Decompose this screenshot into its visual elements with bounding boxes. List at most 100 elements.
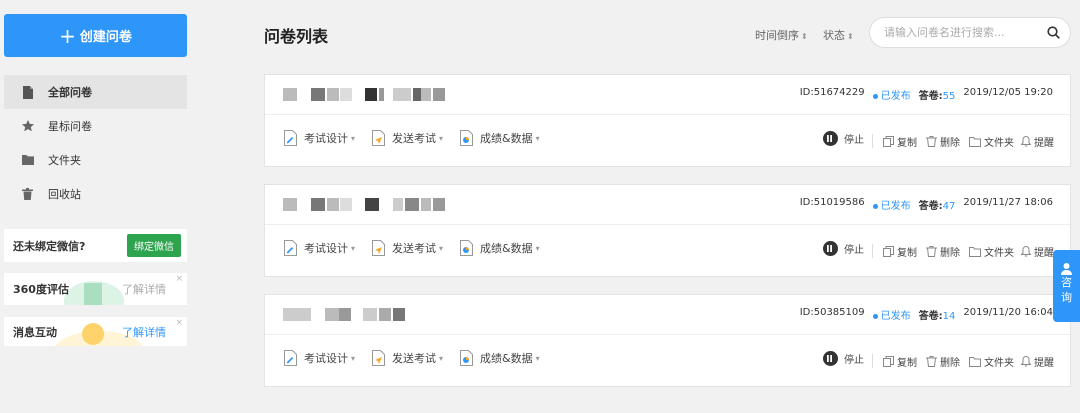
stop-label: 停止 (844, 135, 864, 146)
move-to-folder-button[interactable]: 文件夹 (969, 354, 1014, 369)
folder-icon (969, 246, 981, 257)
survey-card-toolbar: 考试设计 ▾ 发送考试 ▾ 成绩&数据 ▾ 停止 复制 删除 文件夹 提醒 (265, 115, 1070, 167)
move-to-folder-button[interactable]: 文件夹 (969, 244, 1014, 259)
remind-button[interactable]: 提醒 (1021, 134, 1054, 149)
learn-more-link[interactable]: 了解详情 (122, 281, 166, 297)
divider (872, 134, 873, 148)
remind-button[interactable]: 提醒 (1021, 354, 1054, 369)
trash-icon (926, 136, 937, 147)
delete-button[interactable]: 删除 (926, 354, 960, 369)
survey-id: ID:50385109 (799, 307, 865, 318)
redacted-title-block (363, 308, 377, 321)
trash-icon (926, 356, 937, 367)
promo-illustration (82, 323, 104, 345)
sidebar-item-all-surveys[interactable]: 全部问卷 (4, 75, 187, 109)
bind-wechat-button[interactable]: 绑定微信 (127, 234, 181, 257)
remind-button[interactable]: 提醒 (1021, 244, 1054, 259)
sidebar: + 创建问卷 全部问卷 星标问卷 文件夹 回收站 还未绑定微信? 绑定微信 36… (0, 0, 192, 413)
remind-label: 提醒 (1034, 138, 1054, 149)
sort-by-time-button[interactable]: 时间倒序 ⬍ (755, 27, 808, 43)
redacted-title-block (393, 308, 405, 321)
filter-status-button[interactable]: 状态 ⬍ (823, 27, 854, 43)
answer-count-value[interactable]: 47 (943, 201, 956, 212)
survey-card-header: ID:51674229 已发布 答卷:55 2019/12/05 19:20 (265, 75, 1070, 115)
create-survey-label: 创建问卷 (79, 30, 132, 45)
document-icon (22, 86, 34, 99)
status-dot-icon (872, 203, 878, 209)
design-doc-icon (284, 130, 297, 146)
delete-button[interactable]: 删除 (926, 244, 960, 259)
answer-count-value[interactable]: 55 (943, 91, 956, 102)
promo-title: 360度评估 (13, 283, 69, 296)
sidebar-item-starred[interactable]: 星标问卷 (4, 109, 187, 143)
results-data-label: 成绩&数据 (480, 352, 533, 365)
close-icon[interactable]: × (175, 318, 183, 328)
send-exam-menu[interactable]: 发送考试 ▾ (372, 240, 443, 256)
results-data-menu[interactable]: 成绩&数据 ▾ (460, 240, 540, 256)
survey-id: ID:51019586 (799, 197, 865, 208)
create-survey-button[interactable]: + 创建问卷 (4, 14, 187, 57)
status-badge: 已发布 (872, 87, 911, 102)
exam-design-label: 考试设计 (304, 132, 348, 145)
stop-button[interactable]: 停止 (823, 131, 864, 146)
copy-button[interactable]: 复制 (883, 244, 917, 259)
folder-label: 文件夹 (984, 248, 1014, 259)
redacted-title-block (283, 88, 297, 101)
close-icon[interactable]: × (175, 274, 183, 284)
answer-count-label: 答卷: (918, 201, 943, 212)
folder-label: 文件夹 (984, 138, 1014, 149)
pause-icon (823, 131, 838, 146)
exam-design-menu[interactable]: 考试设计 ▾ (284, 130, 355, 146)
move-to-folder-button[interactable]: 文件夹 (969, 134, 1014, 149)
copy-button[interactable]: 复制 (883, 134, 917, 149)
search-box (869, 17, 1071, 48)
promo-360-evaluation[interactable]: 360度评估 了解详情 × (4, 273, 187, 305)
redacted-title-block (311, 88, 325, 101)
copy-label: 复制 (897, 358, 917, 369)
pause-icon (823, 351, 838, 366)
results-data-menu[interactable]: 成绩&数据 ▾ (460, 350, 540, 366)
send-exam-menu[interactable]: 发送考试 ▾ (372, 130, 443, 146)
redacted-title-block (393, 88, 411, 101)
consult-button[interactable]: 咨 询 (1053, 250, 1080, 322)
folder-icon (22, 154, 34, 166)
sidebar-item-label: 星标问卷 (48, 120, 92, 133)
chevron-down-icon: ▾ (535, 243, 540, 253)
consult-label-char: 询 (1061, 291, 1072, 304)
results-doc-icon (460, 130, 473, 146)
bell-icon (1021, 356, 1031, 367)
status-dot-icon (872, 313, 878, 319)
promo-message-interaction[interactable]: 消息互动 了解详情 × (4, 317, 187, 346)
answer-count: 答卷:14 (919, 307, 956, 322)
survey-card: ID:51674229 已发布 答卷:55 2019/12/05 19:20 考… (264, 74, 1071, 167)
sidebar-item-label: 回收站 (48, 188, 81, 201)
stop-button[interactable]: 停止 (823, 351, 864, 366)
learn-more-link[interactable]: 了解详情 (122, 324, 166, 340)
sidebar-item-trash[interactable]: 回收站 (4, 177, 187, 211)
copy-button[interactable]: 复制 (883, 354, 917, 369)
delete-label: 删除 (940, 138, 960, 149)
send-exam-label: 发送考试 (392, 132, 436, 145)
sidebar-item-folders[interactable]: 文件夹 (4, 143, 187, 177)
search-icon[interactable] (1047, 26, 1060, 39)
results-data-menu[interactable]: 成绩&数据 ▾ (460, 130, 540, 146)
search-input[interactable] (882, 25, 1047, 40)
send-exam-label: 发送考试 (392, 242, 436, 255)
chevron-down-icon: ▾ (535, 353, 540, 363)
answer-count-value[interactable]: 14 (943, 311, 956, 322)
redacted-title-block (421, 198, 431, 211)
survey-card: ID:51019586 已发布 答卷:47 2019/11/27 18:06 考… (264, 184, 1071, 277)
survey-card-toolbar: 考试设计 ▾ 发送考试 ▾ 成绩&数据 ▾ 停止 复制 删除 文件夹 提醒 (265, 225, 1070, 277)
redacted-title-block (327, 88, 339, 101)
chevron-down-icon: ▾ (535, 133, 540, 143)
divider (872, 354, 873, 368)
exam-design-menu[interactable]: 考试设计 ▾ (284, 350, 355, 366)
status-label: 已发布 (880, 311, 911, 322)
promo-illustration (84, 283, 102, 305)
sort-arrows-icon: ⬍ (801, 32, 808, 41)
stop-button[interactable]: 停止 (823, 241, 864, 256)
exam-design-menu[interactable]: 考试设计 ▾ (284, 240, 355, 256)
redacted-title-block (433, 198, 445, 211)
delete-button[interactable]: 删除 (926, 134, 960, 149)
send-exam-menu[interactable]: 发送考试 ▾ (372, 350, 443, 366)
